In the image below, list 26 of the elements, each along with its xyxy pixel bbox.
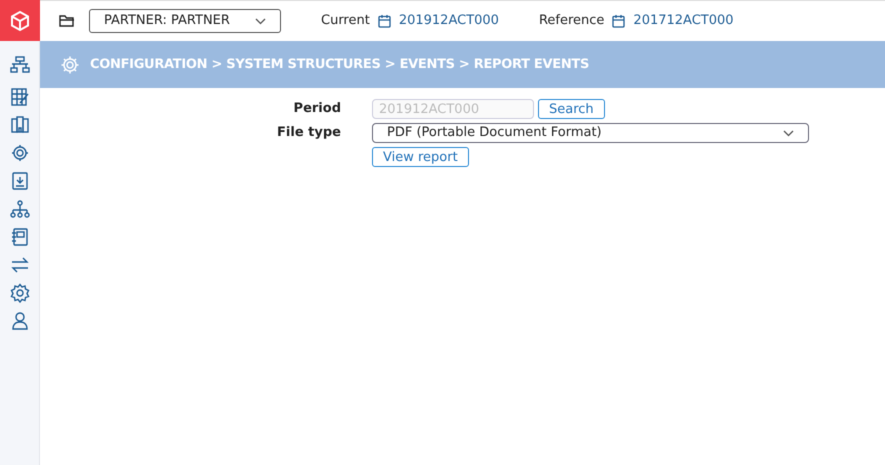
network-icon[interactable] (10, 199, 30, 219)
building-icon[interactable] (10, 115, 30, 135)
reference-period: 201712ACT000 (633, 12, 734, 30)
exchange-icon[interactable] (10, 255, 30, 275)
app-logo[interactable] (0, 0, 40, 41)
calendar-icon[interactable] (612, 14, 626, 28)
calendar-icon[interactable] (378, 14, 391, 28)
folder-icon[interactable] (59, 14, 75, 28)
chevron-down-icon (255, 18, 266, 24)
file-type-select[interactable]: PDF (Portable Document Format) (372, 123, 809, 143)
partner-select[interactable]: PARTNER: PARTNER (89, 9, 281, 33)
download-document-icon[interactable] (10, 171, 30, 191)
breadcrumb: CONFIGURATION > SYSTEM STRUCTURES > EVENTS > REPORT EVENTS (90, 56, 590, 74)
settings-icon[interactable] (10, 283, 30, 303)
view-report-button[interactable]: View report (372, 147, 469, 167)
search-button[interactable]: Search (538, 99, 605, 119)
reference-label: Reference (538, 12, 604, 30)
current-period: 201912ACT000 (398, 12, 499, 30)
user-icon[interactable] (10, 311, 30, 331)
current-label: Current (320, 12, 370, 30)
notebook-icon[interactable] (10, 227, 30, 247)
period-label: Period (292, 100, 341, 118)
chevron-down-icon (783, 130, 794, 136)
edit-grid-icon[interactable] (10, 87, 30, 107)
file-type-label: File type (276, 124, 341, 142)
hierarchy-icon[interactable] (10, 55, 30, 75)
